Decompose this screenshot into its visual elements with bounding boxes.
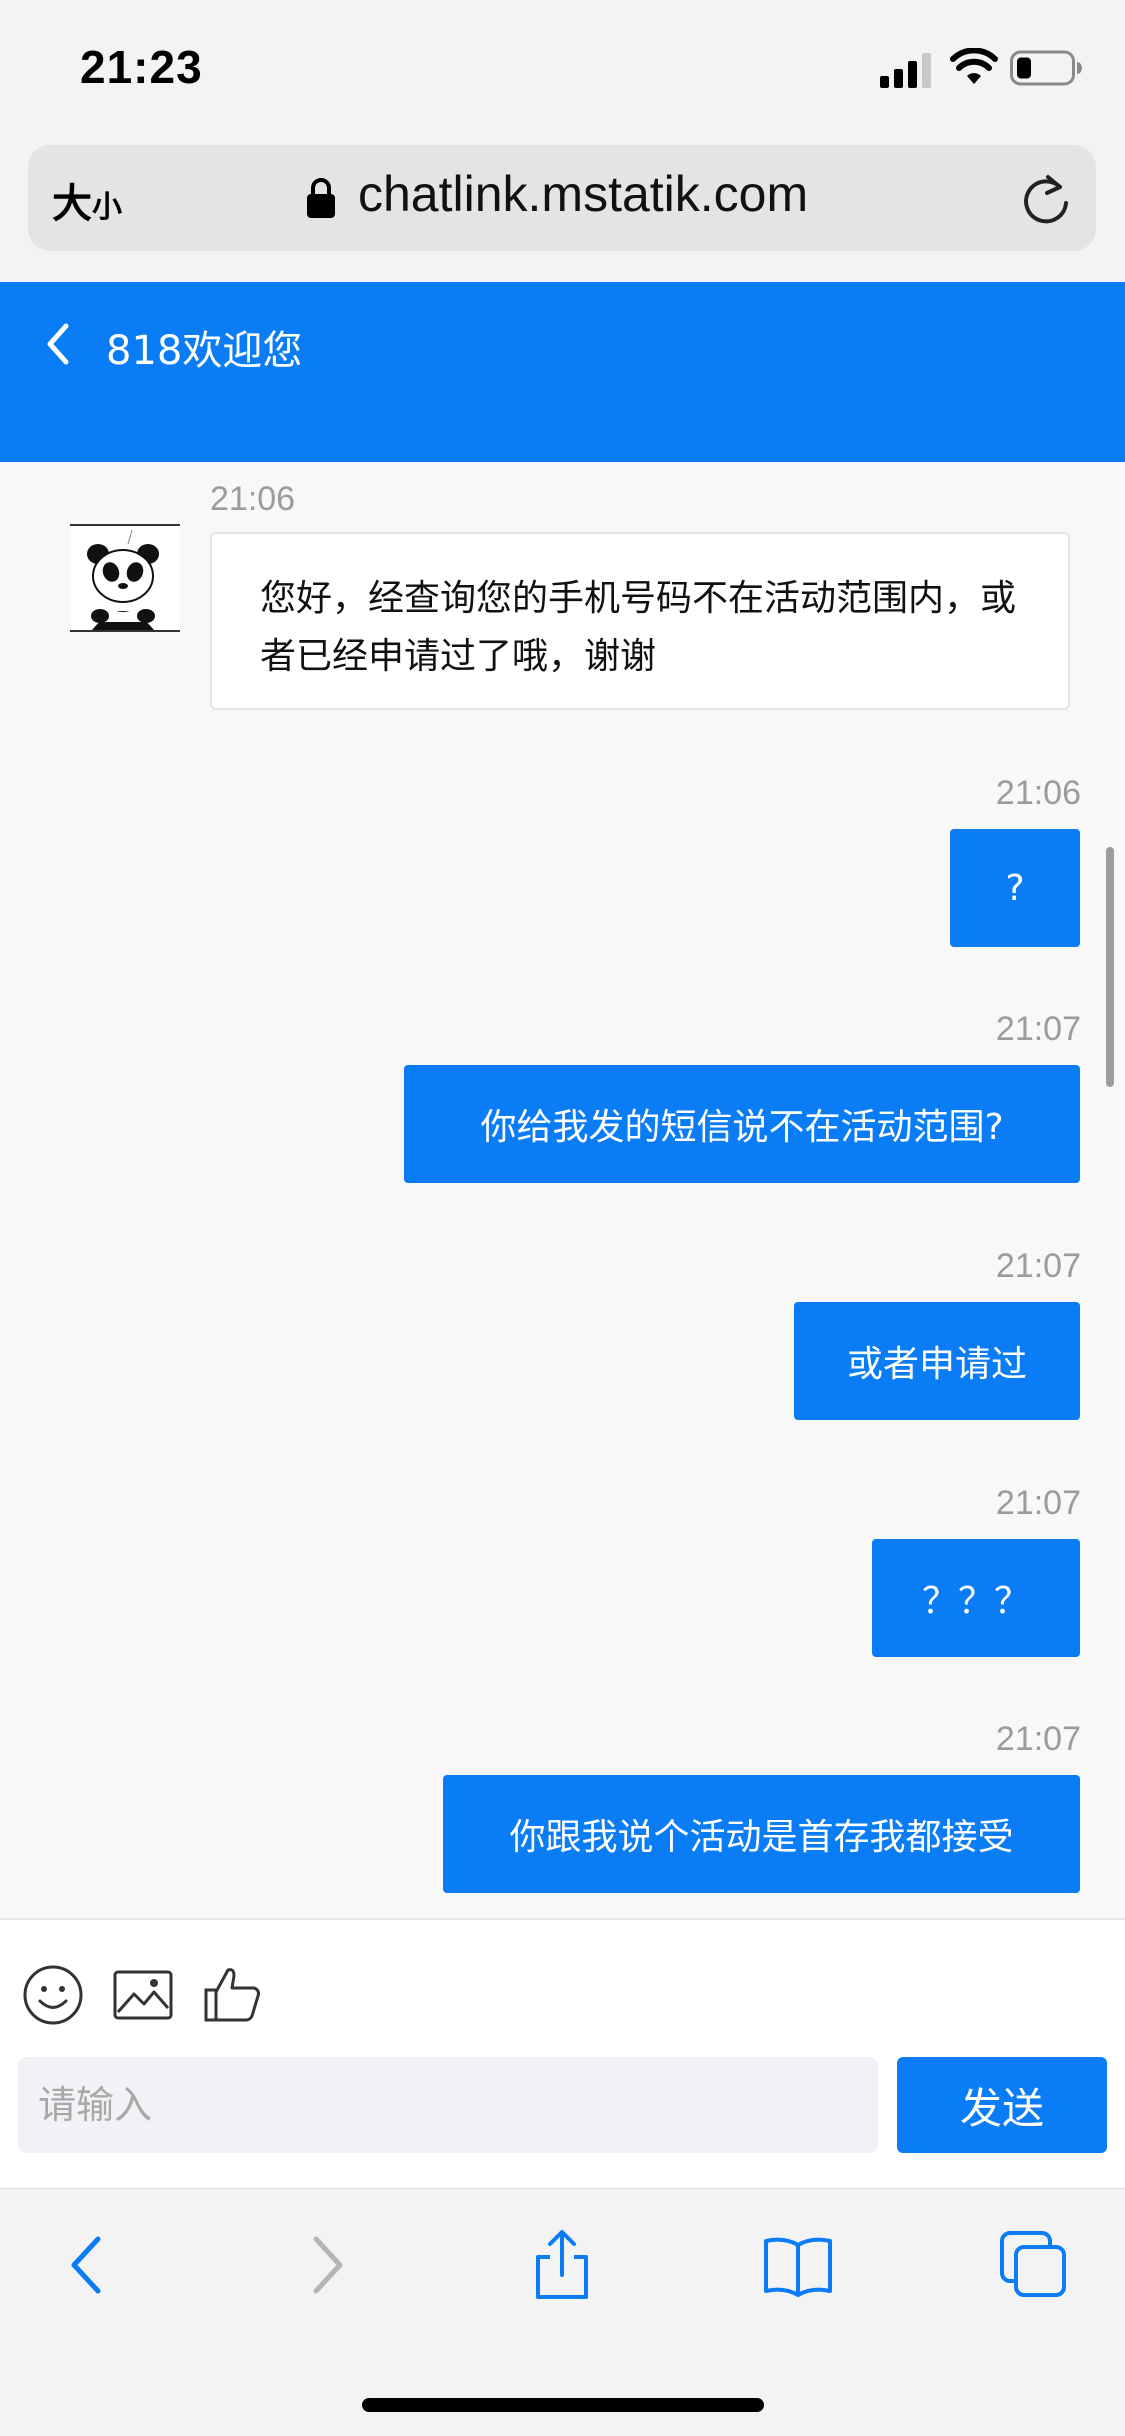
- back-icon[interactable]: [52, 2229, 124, 2301]
- message-timestamp: 21:06: [995, 774, 1081, 812]
- panda-avatar-icon: [80, 529, 166, 630]
- bookmarks-icon[interactable]: [762, 2229, 834, 2301]
- lock-icon: [307, 178, 335, 218]
- text-size-small-label: 小: [92, 191, 122, 224]
- url-text[interactable]: chatlink.mstatik.com: [358, 165, 808, 223]
- emoji-icon[interactable]: [22, 1964, 84, 2026]
- outgoing-message-bubble: ?: [950, 829, 1080, 947]
- outgoing-message-bubble: ？？？: [872, 1539, 1080, 1657]
- outgoing-message-bubble: 你给我发的短信说不在活动范围?: [404, 1065, 1080, 1183]
- cellular-signal-icon: [880, 53, 931, 88]
- message-list[interactable]: 21:06 您好，经查询您的手机号码不在活动范围内，或者已经申请过了哦，谢谢 2…: [0, 462, 1125, 1918]
- status-bar: 21:23: [0, 0, 1125, 140]
- message-timestamp: 21:07: [995, 1010, 1081, 1048]
- message-timestamp: 21:06: [210, 480, 296, 518]
- image-icon[interactable]: [112, 1964, 174, 2026]
- outgoing-message-bubble: 你跟我说个活动是首存我都接受: [443, 1775, 1080, 1893]
- chat-title: 818欢迎您: [106, 328, 303, 374]
- home-indicator: [362, 2398, 764, 2412]
- chat-header: 818欢迎您: [0, 282, 1125, 462]
- message-timestamp: 21:07: [995, 1247, 1081, 1285]
- thumbs-up-icon[interactable]: [202, 1964, 264, 2026]
- status-time: 21:23: [80, 41, 203, 93]
- battery-icon: [1010, 50, 1082, 86]
- composer: 发送: [0, 1918, 1125, 2188]
- address-bar[interactable]: 大小 chatlink.mstatik.com: [28, 145, 1096, 251]
- reload-icon[interactable]: [1020, 171, 1072, 227]
- text-size-large-label: 大: [52, 182, 92, 226]
- outgoing-message-bubble: 或者申请过: [794, 1302, 1080, 1420]
- incoming-message-bubble: 您好，经查询您的手机号码不在活动范围内，或者已经申请过了哦，谢谢: [210, 532, 1070, 710]
- wifi-icon: [950, 48, 998, 84]
- message-input[interactable]: [18, 2057, 878, 2153]
- avatar: [70, 524, 180, 632]
- chevron-left-icon[interactable]: [40, 320, 74, 368]
- text-size-button[interactable]: 大小: [52, 171, 122, 229]
- send-button[interactable]: 发送: [897, 2057, 1107, 2153]
- tabs-icon[interactable]: [998, 2229, 1070, 2301]
- scrollbar[interactable]: [1106, 847, 1114, 1087]
- message-timestamp: 21:07: [995, 1484, 1081, 1522]
- forward-icon[interactable]: [290, 2229, 362, 2301]
- message-timestamp: 21:07: [995, 1720, 1081, 1758]
- share-icon[interactable]: [526, 2229, 598, 2301]
